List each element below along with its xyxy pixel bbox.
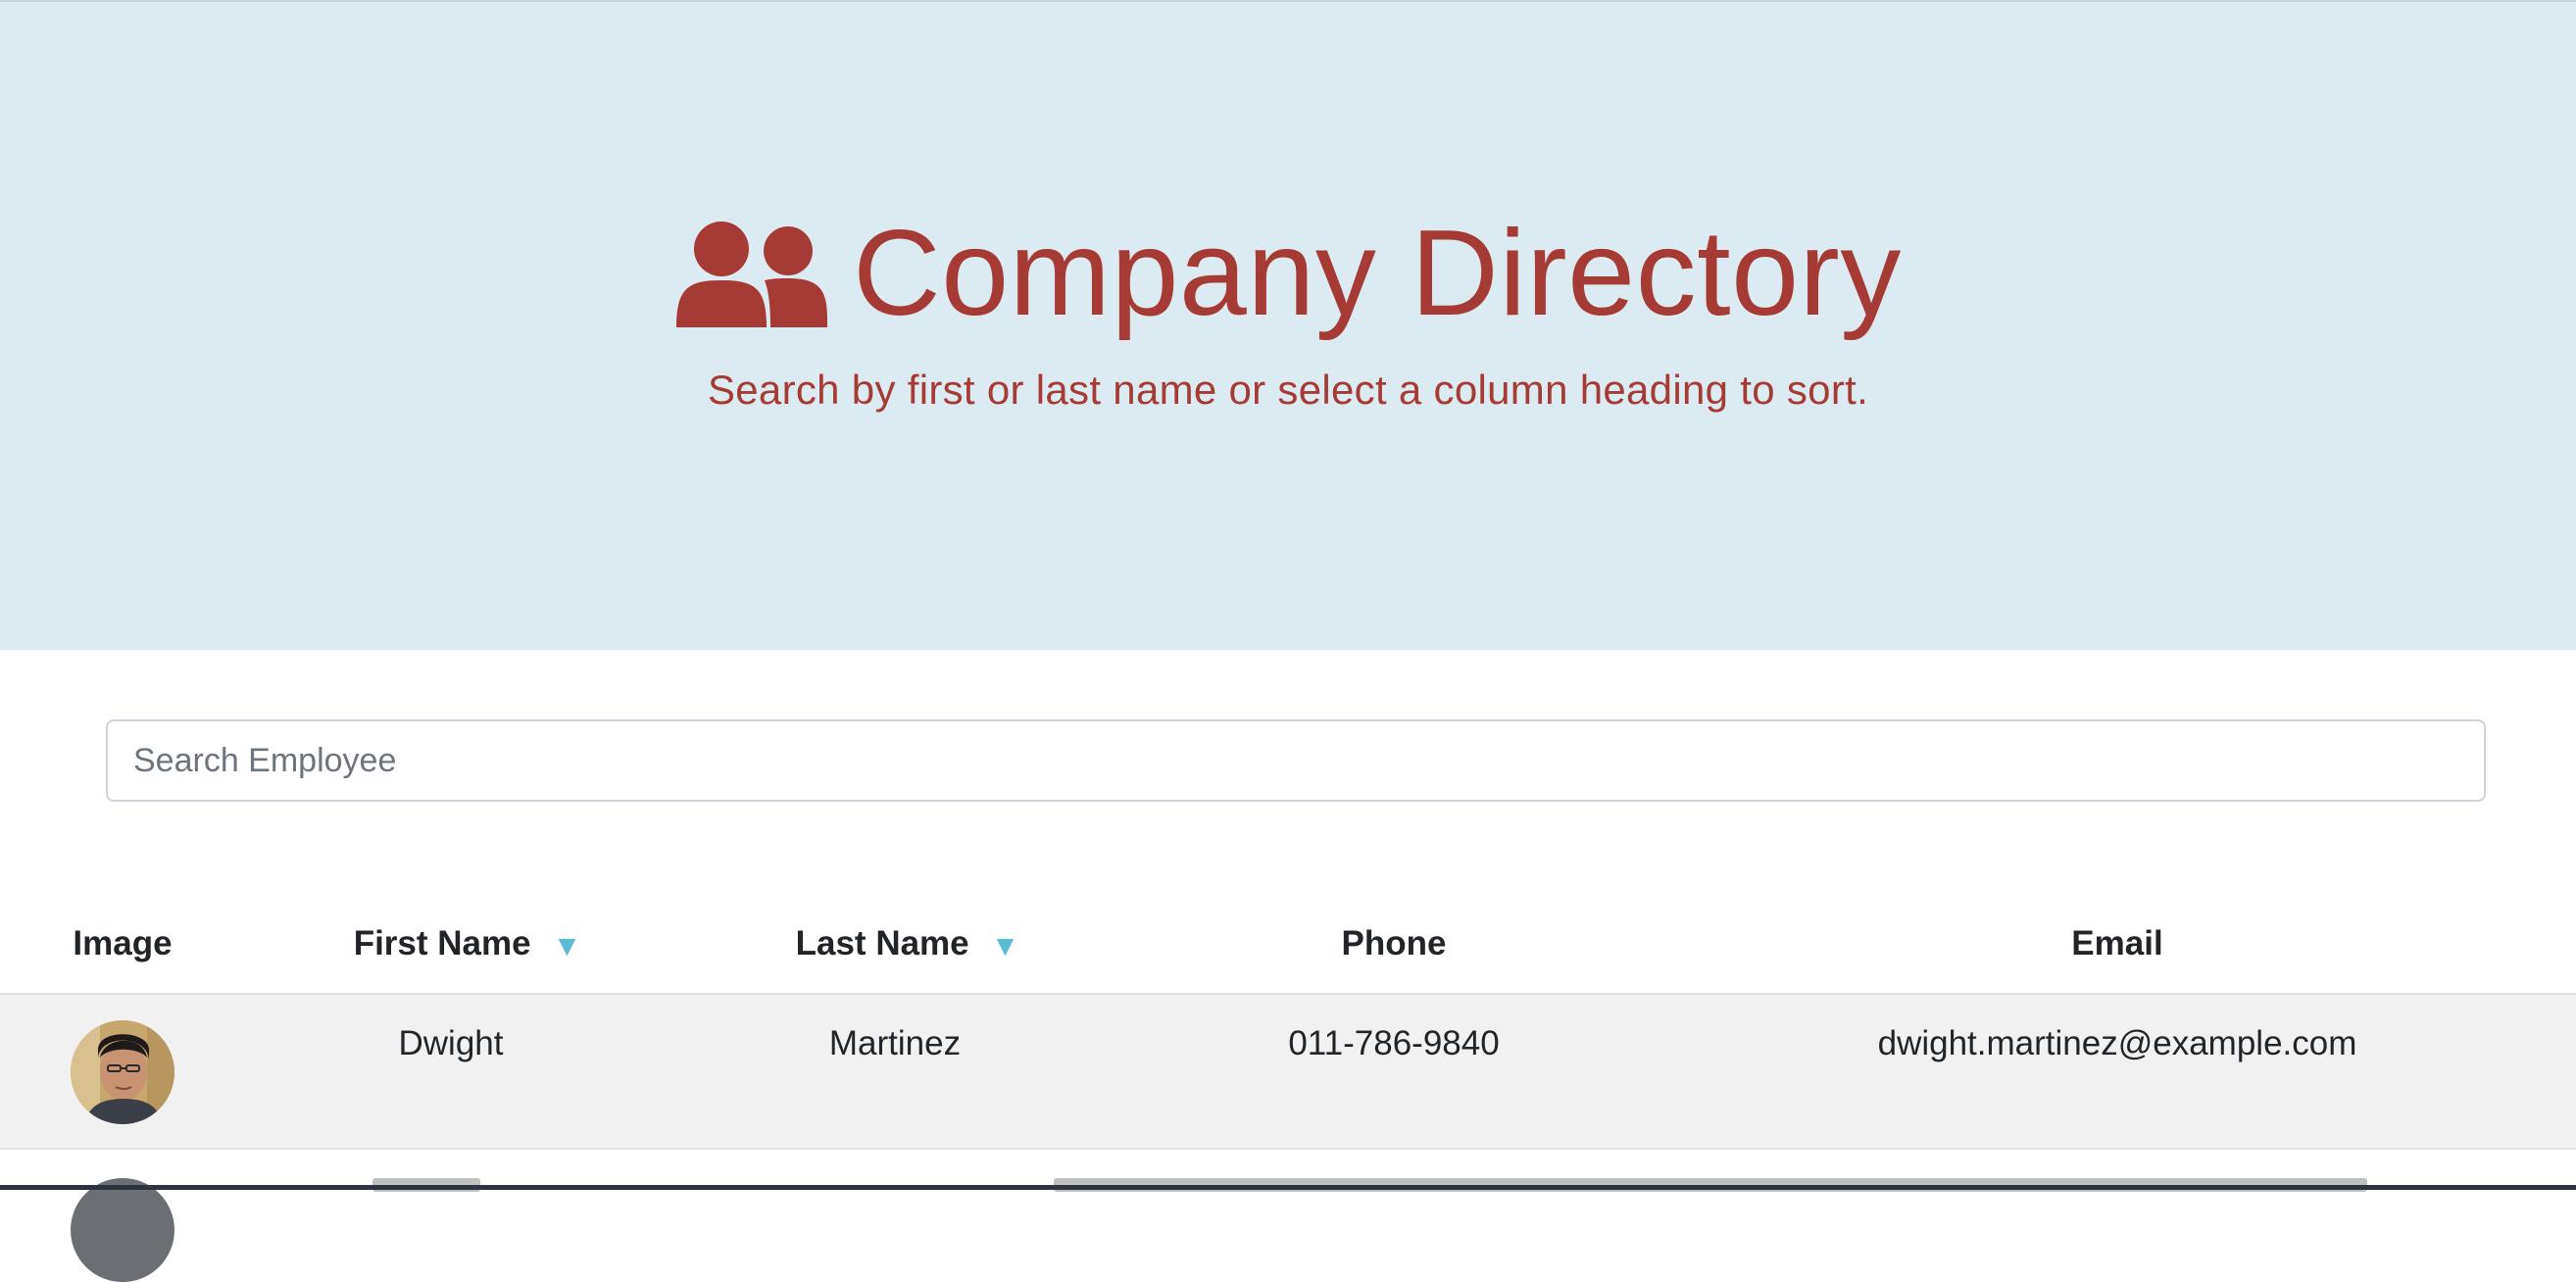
cell-first-name: Dwight xyxy=(398,1024,504,1062)
column-header-last-name[interactable]: Last Name ▼ xyxy=(790,919,1025,968)
column-header-label: Email xyxy=(2071,924,2163,962)
column-header-first-name[interactable]: First Name ▼ xyxy=(345,919,590,968)
cell-phone: 011-786-9840 xyxy=(1288,1024,1500,1062)
search-input[interactable] xyxy=(106,719,2486,802)
column-header-phone: Phone xyxy=(1304,919,1484,968)
page-title: Company Directory xyxy=(853,206,1902,341)
caret-down-icon[interactable]: ▼ xyxy=(991,930,1020,963)
column-header-label: First Name xyxy=(353,924,531,962)
cell-email: dwight.martinez@example.com xyxy=(1877,1024,2357,1062)
column-header-image: Image xyxy=(59,919,186,968)
bottom-edge xyxy=(0,1185,2576,1190)
page-subtitle: Search by first or last name or select a… xyxy=(707,367,1869,413)
table-row: Dwight Martinez 011-786-9840 dwight.mart… xyxy=(0,995,2576,1150)
cell-last-name: Martinez xyxy=(828,1024,962,1062)
column-header-label: Image xyxy=(73,924,173,962)
column-header-label: Phone xyxy=(1341,924,1447,962)
column-header-label: Last Name xyxy=(795,924,969,962)
caret-down-icon[interactable]: ▼ xyxy=(553,930,582,963)
users-icon xyxy=(676,222,828,327)
employee-avatar xyxy=(71,1020,174,1124)
header-banner: Company Directory Search by first or las… xyxy=(0,0,2576,650)
employee-avatar xyxy=(71,1178,174,1282)
column-header-email: Email xyxy=(2019,919,2215,968)
page-title-row: Company Directory xyxy=(0,210,2576,337)
